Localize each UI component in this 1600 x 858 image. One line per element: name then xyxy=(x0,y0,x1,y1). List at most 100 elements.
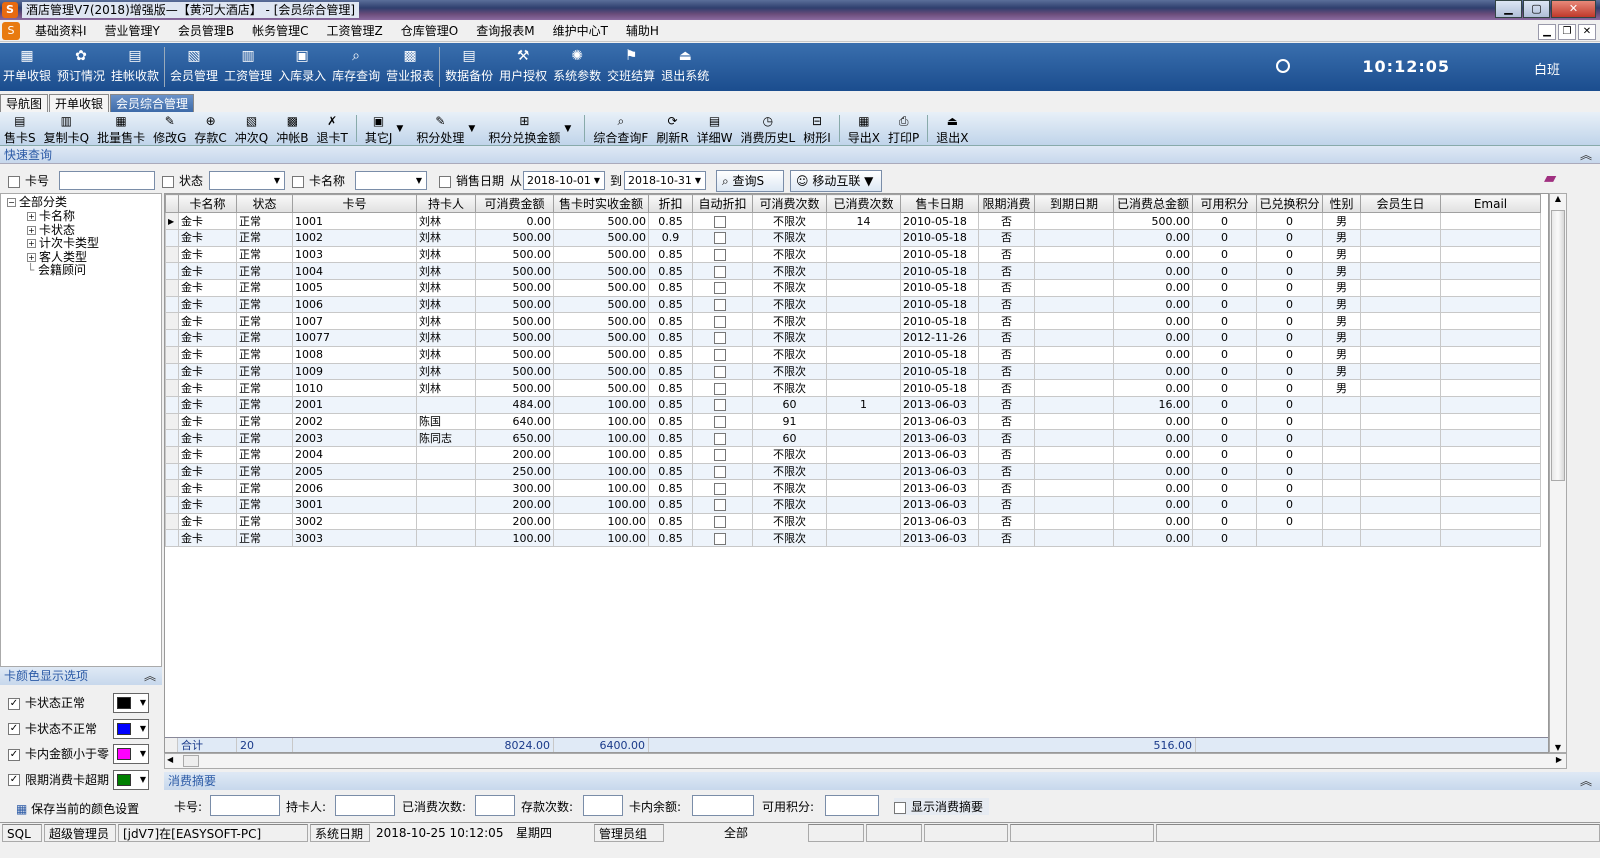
main-toolbar-button[interactable]: ▣ 入库录入 xyxy=(275,43,329,91)
member-toolbar-button[interactable]: ⊞ 积分兑换金额 xyxy=(484,112,564,145)
table-row[interactable]: 金卡 正常 1007 刘林 500.00 500.00 0.85 不限次 2010-05-18 否… xyxy=(165,312,1541,331)
member-toolbar-button[interactable]: ⊕ 存款C xyxy=(190,112,230,145)
summary-holder-field[interactable] xyxy=(335,795,395,816)
table-row[interactable]: 金卡 正常 1004 刘林 500.00 500.00 0.85 不限次 2010-05-18 否… xyxy=(165,262,1541,281)
main-toolbar-button[interactable]: ▤ 挂帐收款 xyxy=(108,43,162,91)
auto-discount-checkbox[interactable] xyxy=(714,382,726,395)
column-header[interactable]: 售卡时实收金额 xyxy=(553,194,649,213)
card-name-select[interactable]: ▼ xyxy=(355,171,427,190)
row-indicator[interactable] xyxy=(165,245,179,264)
tab-0[interactable]: 导航图 xyxy=(0,94,49,112)
scroll-down-icon[interactable]: ▼ xyxy=(1550,743,1566,752)
card-no-checkbox[interactable] xyxy=(8,175,20,188)
auto-discount-checkbox[interactable] xyxy=(714,265,726,278)
auto-discount-checkbox[interactable] xyxy=(714,232,726,245)
table-row[interactable]: 金卡 正常 2001 484.00 100.00 0.85 60 1 2013-06-03 否 16… xyxy=(165,395,1541,414)
column-header[interactable]: 自动折扣 xyxy=(692,194,753,213)
mdi-minimize-button[interactable]: ▁ xyxy=(1538,24,1556,40)
column-header[interactable]: 可消费次数 xyxy=(752,194,827,213)
main-toolbar-button[interactable]: ✿ 预订情况 xyxy=(54,43,108,91)
member-toolbar-button[interactable]: ▥ 复制卡Q xyxy=(40,112,93,145)
column-header[interactable]: 卡号 xyxy=(292,194,417,213)
row-indicator[interactable] xyxy=(165,312,179,331)
book-icon[interactable]: ▰ xyxy=(1544,169,1556,187)
status-checkbox[interactable] xyxy=(162,175,174,188)
auto-discount-cell[interactable] xyxy=(692,462,753,481)
table-row[interactable]: 金卡 正常 1005 刘林 500.00 500.00 0.85 不限次 2010-05-18 否… xyxy=(165,279,1541,297)
row-indicator[interactable] xyxy=(165,496,179,514)
auto-discount-checkbox[interactable] xyxy=(714,249,726,262)
scroll-thumb[interactable] xyxy=(1551,210,1565,481)
auto-discount-checkbox[interactable] xyxy=(714,499,726,512)
member-toolbar-button[interactable]: ⌕ 综合查询F xyxy=(589,112,652,145)
table-row[interactable]: 金卡 正常 2004 200.00 100.00 0.85 不限次 2013-06-03 否 0.… xyxy=(165,445,1541,464)
menu-item-8[interactable]: 辅助H xyxy=(617,22,668,39)
column-header[interactable]: 折扣 xyxy=(648,194,693,213)
column-header[interactable]: 性别 xyxy=(1322,194,1361,213)
row-indicator[interactable] xyxy=(165,529,179,548)
menu-item-1[interactable]: 营业管理Y xyxy=(96,22,169,39)
column-header[interactable]: 已兑换积分 xyxy=(1256,194,1323,213)
member-toolbar-button[interactable]: ▤ 售卡S xyxy=(0,112,40,145)
table-row[interactable]: 金卡 正常 1009 刘林 500.00 500.00 0.85 不限次 2010-05-18 否… xyxy=(165,362,1541,381)
auto-discount-cell[interactable] xyxy=(692,312,753,331)
auto-discount-checkbox[interactable] xyxy=(714,449,726,462)
member-toolbar-button[interactable]: ✎ 积分处理 xyxy=(412,112,468,145)
save-colors-button[interactable]: ▦ 保存当前的颜色设置 xyxy=(16,800,139,817)
member-toolbar-button[interactable]: ▤ 详细W xyxy=(693,112,737,145)
maximize-button[interactable]: ▢ xyxy=(1523,0,1550,18)
auto-discount-cell[interactable] xyxy=(692,445,753,464)
main-toolbar-button[interactable]: ⚑ 交班结算 xyxy=(604,43,658,91)
tab-2[interactable]: 会员综合管理 xyxy=(110,94,195,112)
dropdown-arrow-icon[interactable]: ▼ xyxy=(468,124,478,134)
collapse-node-icon[interactable]: − xyxy=(7,198,16,207)
color-option-checkbox[interactable] xyxy=(8,723,20,735)
grid-vertical-scrollbar[interactable]: ▲ ▼ xyxy=(1549,193,1567,753)
table-row[interactable]: 金卡 正常 2003 陈同志 650.00 100.00 0.85 60 2013-06-03 否… xyxy=(165,429,1541,447)
auto-discount-cell[interactable] xyxy=(692,345,753,364)
collapse-icon[interactable]: ︽ xyxy=(1580,772,1592,790)
scroll-up-icon[interactable]: ▲ xyxy=(1550,194,1566,203)
card-no-input[interactable] xyxy=(59,171,155,190)
table-row[interactable]: 金卡 正常 2002 陈国 640.00 100.00 0.85 91 2013-06-03 否 0… xyxy=(165,412,1541,431)
main-toolbar-button[interactable]: ⌕ 库存查询 xyxy=(329,43,383,91)
table-row[interactable]: 金卡 正常 1008 刘林 500.00 500.00 0.85 不限次 2010-05-18 否… xyxy=(165,345,1541,364)
color-option-checkbox[interactable] xyxy=(8,697,20,710)
table-row[interactable]: 金卡 正常 3003 100.00 100.00 0.85 不限次 2013-06-03 否 0.… xyxy=(165,529,1541,548)
color-options-header[interactable]: 卡颜色显示选项 ︽ xyxy=(0,667,162,685)
table-row[interactable]: 金卡 正常 1003 刘林 500.00 500.00 0.85 不限次 2010-05-18 否… xyxy=(165,245,1541,264)
dropdown-arrow-icon[interactable]: ▼ xyxy=(396,124,406,134)
auto-discount-cell[interactable] xyxy=(692,395,753,414)
consumption-summary-header[interactable]: 消费摘要 ︽ xyxy=(164,772,1600,790)
auto-discount-cell[interactable] xyxy=(692,295,753,314)
auto-discount-cell[interactable] xyxy=(692,262,753,281)
row-indicator[interactable] xyxy=(165,479,179,497)
tree-node[interactable]: + 客人类型 xyxy=(27,250,87,264)
table-row[interactable]: 金卡 正常 3002 200.00 100.00 0.85 不限次 2013-06-03 否 0.… xyxy=(165,512,1541,531)
row-indicator[interactable] xyxy=(165,262,179,281)
auto-discount-checkbox[interactable] xyxy=(714,365,726,378)
main-toolbar-button[interactable]: ⏏ 退出系统 xyxy=(658,43,712,91)
tree-node[interactable]: + 卡状态 xyxy=(27,223,75,237)
main-toolbar-button[interactable]: ▩ 营业报表 xyxy=(383,43,437,91)
auto-discount-checkbox[interactable] xyxy=(714,349,726,362)
column-header[interactable]: 限期消费 xyxy=(978,194,1035,213)
color-option-checkbox[interactable] xyxy=(8,774,20,786)
menu-item-4[interactable]: 工资管理Z xyxy=(318,22,392,39)
auto-discount-cell[interactable] xyxy=(692,245,753,264)
sale-date-checkbox[interactable] xyxy=(439,175,451,188)
color-picker[interactable]: ▼ xyxy=(113,693,149,713)
column-header[interactable]: 持卡人 xyxy=(416,194,476,213)
to-date-picker[interactable]: 2018-10-31 ▼ xyxy=(624,171,706,190)
mdi-close-button[interactable]: ✕ xyxy=(1578,24,1596,40)
status-select[interactable]: ▼ xyxy=(209,171,285,190)
table-row[interactable]: 金卡 正常 2006 300.00 100.00 0.85 不限次 2013-06-03 否 0.… xyxy=(165,479,1541,497)
member-toolbar-button[interactable]: ▦ 导出X xyxy=(844,112,884,145)
row-indicator[interactable] xyxy=(165,445,179,464)
table-row[interactable]: 金卡 正常 1006 刘林 500.00 500.00 0.85 不限次 2010-05-18 否… xyxy=(165,295,1541,314)
main-toolbar-button[interactable]: ⚒ 用户授权 xyxy=(496,43,550,91)
auto-discount-checkbox[interactable] xyxy=(714,299,726,312)
member-toolbar-button[interactable]: ⏏ 退出X xyxy=(932,112,972,145)
member-toolbar-button[interactable]: ◷ 消费历史L xyxy=(737,112,800,145)
column-header[interactable]: 已消费总金额 xyxy=(1113,194,1193,213)
